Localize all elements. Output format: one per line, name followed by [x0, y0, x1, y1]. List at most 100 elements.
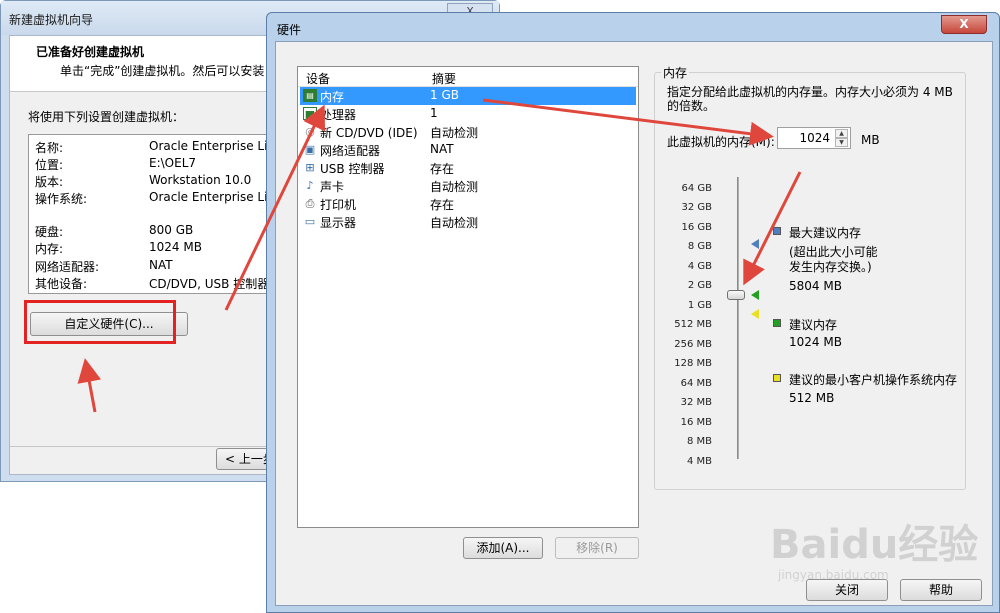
scale-tick: 8 MB: [686, 436, 712, 447]
cd-icon: ◎: [305, 125, 315, 138]
scale-tick: 64 MB: [680, 378, 712, 389]
device-summary: 1: [430, 106, 438, 120]
annotation-highlight-box: [24, 300, 176, 344]
min-guest-value: 512 MB: [789, 391, 835, 405]
device-row-usb[interactable]: ⊞ USB 控制器 存在: [300, 159, 636, 177]
network-icon: ▣: [304, 143, 316, 156]
summary-row: 位置: E:\OEL7: [35, 156, 285, 173]
summary-value: Workstation 10.0: [149, 173, 252, 187]
scale-tick: 4 GB: [687, 261, 712, 272]
device-summary: NAT: [430, 142, 454, 156]
summary-row: 名称: Oracle Enterprise Linux: [35, 139, 290, 156]
baidu-watermark: Baidu经验 jingyan.baidu.com: [770, 512, 990, 582]
monitor-icon: ▭: [304, 215, 316, 228]
memory-spinbox[interactable]: 1024 ▲ ▼: [777, 127, 851, 149]
min-guest-legend-icon: [773, 374, 781, 382]
watermark-url: jingyan.baidu.com: [778, 568, 889, 582]
sound-icon: ♪: [306, 179, 314, 192]
device-summary: 存在: [430, 198, 455, 212]
hardware-dialog-title: 硬件: [277, 23, 302, 37]
device-name: 网络适配器: [320, 144, 381, 158]
max-recommended-note: (超出此大小可能发生内存交换。): [789, 245, 878, 274]
recommended-label: 建议内存: [789, 318, 838, 332]
scale-tick: 4 MB: [686, 456, 712, 467]
device-row-processor[interactable]: ■ 处理器 1: [300, 105, 636, 123]
summary-key: 内存:: [35, 242, 64, 256]
memory-unit: MB: [861, 133, 880, 147]
device-summary: 自动检测: [430, 180, 479, 194]
watermark-text: Baidu经验: [770, 522, 979, 568]
device-name: 新 CD/DVD (IDE): [320, 126, 418, 140]
device-name: 声卡: [320, 180, 345, 194]
help-button[interactable]: 帮助: [900, 579, 982, 601]
spin-up-icon[interactable]: ▲: [835, 129, 848, 138]
device-summary: 自动检测: [430, 126, 479, 140]
device-summary: 自动检测: [430, 216, 479, 230]
scale-tick: 1 GB: [687, 300, 712, 311]
wizard-header-subtitle: 单击“完成”创建虚拟机。然后可以安装 C: [60, 64, 277, 78]
scale-tick: 2 GB: [687, 280, 712, 291]
device-name: 打印机: [320, 198, 357, 212]
min-guest-label: 建议的最小客户机操作系统内存: [789, 373, 958, 387]
summary-value: 1024 MB: [149, 240, 202, 254]
device-name: 内存: [320, 90, 345, 104]
add-device-button[interactable]: 添加(A)...: [463, 537, 543, 559]
spin-down-icon[interactable]: ▼: [835, 138, 848, 147]
summary-key: 硬盘:: [35, 225, 64, 239]
device-name: USB 控制器: [320, 162, 385, 176]
summary-key: 版本:: [35, 175, 64, 189]
scale-tick: 64 GB: [681, 183, 712, 194]
summary-value: 800 GB: [149, 223, 194, 237]
remove-device-button[interactable]: 移除(R): [555, 537, 639, 559]
device-summary: 存在: [430, 162, 455, 176]
usb-icon: ⊞: [305, 161, 315, 174]
printer-icon: ⎙: [305, 197, 315, 210]
wizard-header-title: 已准备好创建虚拟机: [36, 45, 145, 59]
device-column-header[interactable]: 设备: [306, 70, 330, 87]
summary-value: CD/DVD, USB 控制器,: [149, 277, 274, 291]
scale-tick: 32 GB: [681, 202, 712, 213]
memory-slider-thumb[interactable]: [727, 290, 745, 300]
device-name: 显示器: [320, 216, 357, 230]
device-row-monitor[interactable]: ▭ 显示器 自动检测: [300, 213, 636, 231]
scale-tick: 512 MB: [674, 319, 712, 330]
scale-tick: 128 MB: [674, 358, 712, 369]
memory-slider-track[interactable]: [737, 177, 739, 459]
summary-value: NAT: [149, 258, 173, 272]
hardware-close-x-button[interactable]: X: [941, 15, 987, 34]
device-row-cd-dvd[interactable]: ◎ 新 CD/DVD (IDE) 自动检测: [300, 123, 636, 141]
device-row-memory[interactable]: ▤ 内存 1 GB: [300, 87, 636, 105]
device-summary: 1 GB: [430, 88, 459, 102]
summary-row: 内存: 1024 MB: [35, 240, 285, 257]
scale-tick: 32 MB: [680, 397, 712, 408]
summary-value: E:\OEL7: [149, 156, 197, 170]
min-guest-marker-icon: [751, 309, 759, 319]
summary-key: 网络适配器:: [35, 260, 100, 274]
device-row-network[interactable]: ▣ 网络适配器 NAT: [300, 141, 636, 159]
summary-key: 其他设备:: [35, 277, 88, 291]
summary-column-header[interactable]: 摘要: [432, 70, 456, 87]
memory-field-label: 此虚拟机的内存(M):: [667, 135, 775, 149]
summary-key: 名称:: [35, 141, 64, 155]
device-row-sound[interactable]: ♪ 声卡 自动检测: [300, 177, 636, 195]
summary-row: 操作系统: Oracle Enterprise Linux: [35, 190, 290, 207]
summary-row: 版本: Workstation 10.0: [35, 173, 285, 190]
scale-tick: 8 GB: [687, 241, 712, 252]
recommended-value: 1024 MB: [789, 335, 842, 349]
max-recommended-marker-icon: [751, 239, 759, 249]
scale-tick: 16 GB: [681, 222, 712, 233]
settings-label: 将使用下列设置创建虚拟机：: [28, 110, 185, 124]
memory-value: 1024: [799, 131, 830, 145]
memory-description: 指定分配给此虚拟机的内存量。内存大小必须为 4 MB 的倍数。: [667, 85, 953, 113]
memory-group-title: 内存: [661, 64, 690, 81]
summary-row: 其他设备: CD/DVD, USB 控制器,: [35, 275, 285, 292]
close-button[interactable]: 关闭: [806, 579, 888, 601]
processor-icon: ■: [303, 107, 317, 121]
settings-summary-list: 名称: Oracle Enterprise Linux 位置: E:\OEL7 版本…: [28, 134, 290, 294]
recommended-legend-icon: [773, 319, 781, 327]
summary-row: 网络适配器: NAT: [35, 258, 285, 275]
scale-tick: 256 MB: [674, 339, 712, 350]
max-recommended-label: 最大建议内存: [789, 226, 862, 240]
device-row-printer[interactable]: ⎙ 打印机 存在: [300, 195, 636, 213]
device-list-header: 设备 摘要: [298, 67, 638, 87]
